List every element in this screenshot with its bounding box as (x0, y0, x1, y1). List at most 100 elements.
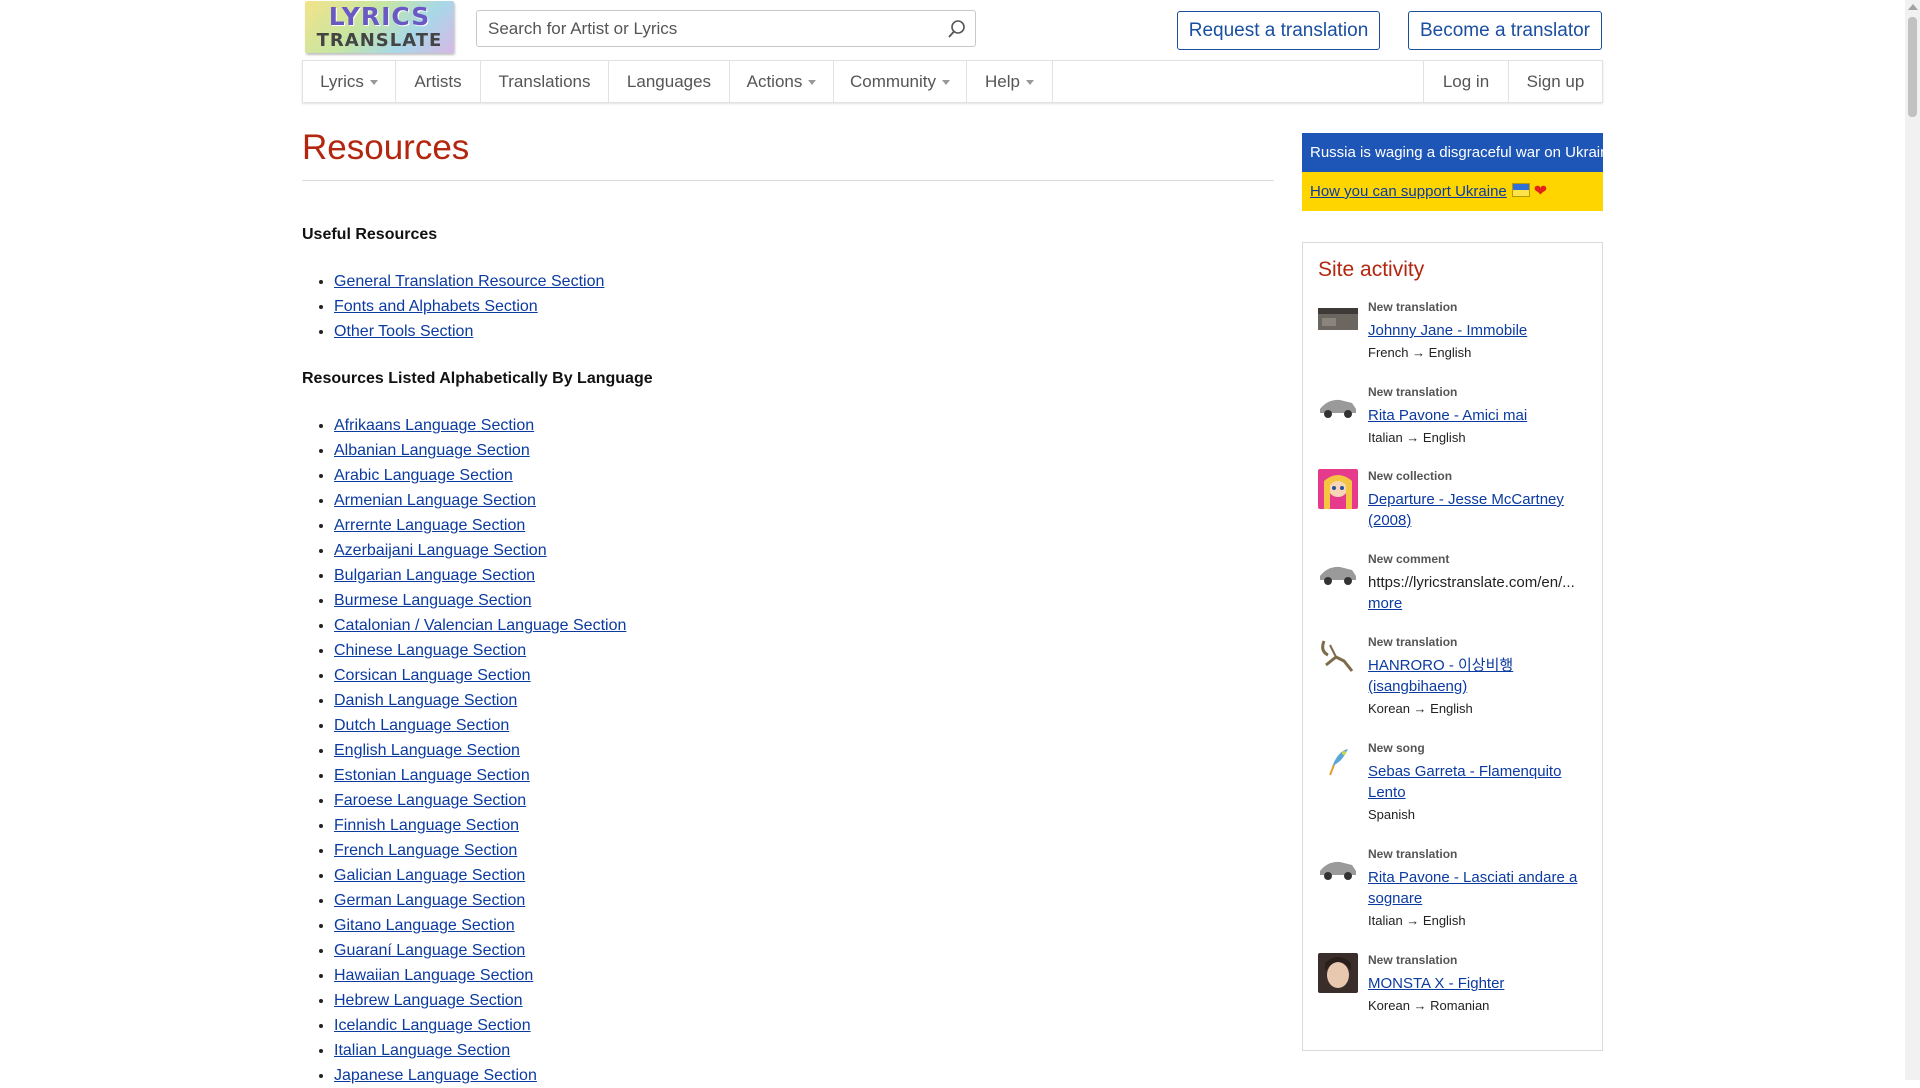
support-ukraine-link[interactable]: How you can support Ukraine (1310, 183, 1507, 200)
language-link[interactable]: Burmese Language Section (334, 592, 531, 609)
nav-community-label: Community (850, 72, 936, 91)
nav-help[interactable]: Help (967, 61, 1053, 102)
alphabetical-heading: Resources Listed Alphabetically By Langu… (302, 370, 653, 387)
activity-type: New translation (1368, 847, 1458, 861)
list-item: Danish Language Section (334, 688, 626, 713)
logo-text-line1: LYRICS (328, 2, 431, 31)
nav-translations[interactable]: Translations (481, 61, 609, 102)
language-link[interactable]: Finnish Language Section (334, 817, 519, 834)
activity-languages: Spanish (1368, 807, 1415, 822)
activity-link[interactable]: Johnny Jane - Immobile (1368, 320, 1590, 341)
car-icon[interactable] (1318, 847, 1358, 887)
nav-signup[interactable]: Sign up (1508, 61, 1602, 102)
resource-link[interactable]: Other Tools Section (334, 323, 473, 340)
list-item: Other Tools Section (334, 319, 604, 344)
language-link[interactable]: Afrikaans Language Section (334, 417, 534, 434)
language-link[interactable]: Faroese Language Section (334, 792, 526, 809)
become-translator-button[interactable]: Become a translator (1408, 11, 1602, 50)
language-link[interactable]: German Language Section (334, 892, 525, 909)
search-icon[interactable] (947, 19, 967, 39)
title-divider (302, 180, 1274, 181)
language-link[interactable]: Japanese Language Section (334, 1067, 537, 1084)
activity-type: New comment (1368, 552, 1450, 566)
list-item: Corsican Language Section (334, 663, 626, 688)
activity-link[interactable]: Departure - Jesse McCartney (2008) (1368, 489, 1590, 531)
nav-languages[interactable]: Languages (609, 61, 730, 102)
language-link[interactable]: English Language Section (334, 742, 520, 759)
anime-avatar-icon[interactable] (1318, 469, 1358, 509)
language-link[interactable]: Bulgarian Language Section (334, 567, 535, 584)
language-link[interactable]: Hebrew Language Section (334, 992, 523, 1009)
language-link[interactable]: French Language Section (334, 842, 517, 859)
caret-down-icon (1025, 80, 1034, 86)
nav-lyrics-label: Lyrics (320, 72, 364, 91)
activity-type: New translation (1368, 635, 1458, 649)
language-link[interactable]: Corsican Language Section (334, 667, 531, 684)
list-item: Armenian Language Section (334, 488, 626, 513)
list-item: Galician Language Section (334, 863, 626, 888)
search-input[interactable] (477, 11, 928, 46)
activity-type: New translation (1368, 300, 1458, 314)
language-link[interactable]: Italian Language Section (334, 1042, 510, 1059)
nav-lyrics[interactable]: Lyrics (303, 61, 396, 102)
list-item: Hebrew Language Section (334, 988, 626, 1013)
language-link[interactable]: Danish Language Section (334, 692, 517, 709)
site-logo[interactable]: LYRICS TRANSLATE (305, 1, 454, 53)
page-scrollbar[interactable] (1905, 0, 1920, 1080)
language-link[interactable]: Estonian Language Section (334, 767, 530, 784)
activity-type: New song (1368, 741, 1425, 755)
list-item: Azerbaijani Language Section (334, 538, 626, 563)
car-icon[interactable] (1318, 552, 1358, 592)
request-translation-button[interactable]: Request a translation (1177, 11, 1380, 50)
resource-link[interactable]: General Translation Resource Section (334, 273, 604, 290)
language-link[interactable]: Arabic Language Section (334, 467, 513, 484)
photo-icon[interactable] (1318, 300, 1358, 340)
portrait-icon[interactable] (1318, 953, 1358, 993)
language-link[interactable]: Armenian Language Section (334, 492, 536, 509)
language-link[interactable]: Arrernte Language Section (334, 517, 525, 534)
language-link[interactable]: Chinese Language Section (334, 642, 526, 659)
list-item: Fonts and Alphabets Section (334, 294, 604, 319)
list-item: Hawaiian Language Section (334, 963, 626, 988)
language-link[interactable]: Albanian Language Section (334, 442, 530, 459)
activity-more-link[interactable]: more (1368, 593, 1402, 614)
activity-link[interactable]: Rita Pavone - Lasciati andare a sognare (1368, 867, 1590, 909)
language-link[interactable]: Gitano Language Section (334, 917, 515, 934)
list-item: General Translation Resource Section (334, 269, 604, 294)
useful-resources-heading: Useful Resources (302, 226, 438, 243)
language-link[interactable]: Hawaiian Language Section (334, 967, 533, 984)
activity-link[interactable]: Sebas Garreta - Flamenquito Lento (1368, 761, 1590, 803)
activity-link[interactable]: Rita Pavone - Amici mai (1368, 405, 1590, 426)
nav-community[interactable]: Community (834, 61, 967, 102)
language-link[interactable]: Icelandic Language Section (334, 1017, 531, 1034)
scrollbar-thumb[interactable] (1908, 17, 1917, 117)
site-activity-title: Site activity (1318, 258, 1425, 281)
list-item: English Language Section (334, 738, 626, 763)
activity-type: New collection (1368, 469, 1453, 483)
nav-actions[interactable]: Actions (730, 61, 834, 102)
nav-login[interactable]: Log in (1423, 61, 1508, 102)
car-icon[interactable] (1318, 385, 1358, 425)
language-link[interactable]: Dutch Language Section (334, 717, 509, 734)
ukraine-support-bar: How you can support Ukraine ❤ (1302, 172, 1603, 211)
nav-artists[interactable]: Artists (396, 61, 481, 102)
nav-languages-label: Languages (626, 72, 712, 91)
activity-link[interactable]: MONSTA X - Fighter (1368, 973, 1590, 994)
list-item: Guaraní Language Section (334, 938, 626, 963)
resource-link[interactable]: Fonts and Alphabets Section (334, 298, 538, 315)
language-link[interactable]: Azerbaijani Language Section (334, 542, 547, 559)
activity-type: New translation (1368, 953, 1458, 967)
language-link[interactable]: Catalonian / Valencian Language Section (334, 617, 626, 634)
scroll-up-arrow-icon[interactable] (1908, 4, 1918, 10)
language-link[interactable]: Guaraní Language Section (334, 942, 525, 959)
list-item: French Language Section (334, 838, 626, 863)
language-resources-list: Afrikaans Language Section Albanian Lang… (302, 413, 626, 1088)
language-link[interactable]: Galician Language Section (334, 867, 525, 884)
list-item: Dutch Language Section (334, 713, 626, 738)
bird-icon[interactable] (1318, 741, 1358, 781)
activity-languages: Korean → Romanian (1368, 998, 1490, 1013)
activity-link[interactable]: HANRORO - 이상비행 (isangbihaeng) (1368, 655, 1590, 697)
scorpion-icon[interactable] (1318, 635, 1358, 675)
caret-down-icon (369, 80, 378, 86)
activity-languages: Korean → English (1368, 701, 1473, 716)
